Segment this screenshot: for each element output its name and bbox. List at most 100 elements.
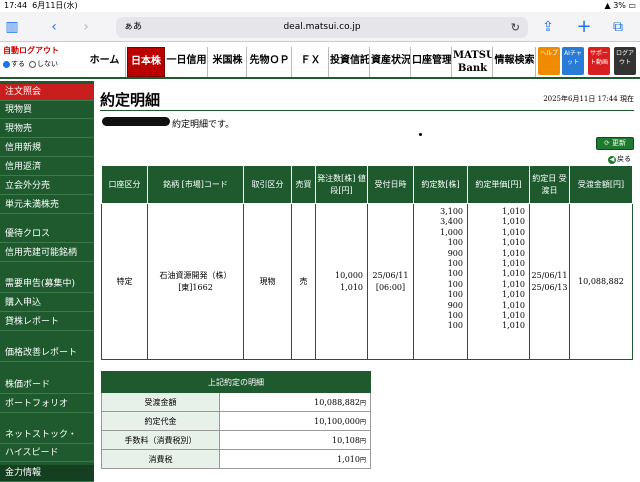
th-stock-label: 銘柄 [市場]コード [163, 179, 228, 189]
fill-qty: 1,000 [440, 227, 463, 237]
sidebar-item-kinryoku[interactable]: 金力情報 [0, 465, 94, 482]
cell-order: 10,000 1,010 [315, 203, 368, 360]
fill-price: 1,010 [502, 300, 525, 310]
fill-qty: 100 [447, 259, 463, 269]
th-stock: 銘柄 [市場]コード [147, 165, 244, 204]
tab-japan-stock[interactable]: 日本株 [127, 47, 165, 77]
update-button[interactable]: ⟳ 更新 [596, 137, 634, 150]
forward-arrow-icon[interactable]: › [76, 17, 96, 37]
sidebar-item-highspeed[interactable]: ハイスピード [0, 445, 94, 462]
cell-side: 売 [291, 203, 316, 360]
sidebar-item-margin-repay[interactable]: 信用返済 [0, 159, 94, 176]
cell-fill-qty: 3,100 3,400 1,000 100 900 100 100 100 10… [413, 203, 468, 360]
support-video-icon[interactable]: サポート動画 [588, 47, 610, 75]
logout-on-radio[interactable]: する [3, 59, 25, 69]
fill-price: 1,010 [502, 238, 525, 248]
ai-chat-icon[interactable]: AIチャット [562, 47, 584, 75]
th-account: 口座区分 [101, 165, 148, 204]
sidebar-item-cash-buy[interactable]: 現物買 [0, 102, 94, 119]
main-nav: 自動ログアウト する しない ホーム 日本株 一日信用 米国株 先物ＯＰ ＦＸ … [0, 43, 640, 79]
summary-value: 10,088,882円 [219, 392, 371, 412]
back-link-label: 戻る [617, 155, 631, 163]
sidebar-item-short-list[interactable]: 信用売建可能銘柄 [0, 245, 94, 262]
update-button-label: 更新 [612, 139, 627, 147]
browser-toolbar: ▥ ‹ › ぁあ deal.matsui.co.jp ↻ ⇪ + ⧉ [0, 12, 640, 42]
sidebar-item-order-inquiry[interactable]: 注文照会 [0, 84, 94, 101]
th-fill-price: 約定単価[円] [467, 165, 530, 204]
sidebar-toggle-icon[interactable]: ▥ [2, 17, 22, 37]
sidebar-item-cash-sell[interactable]: 現物売 [0, 121, 94, 138]
page-date: 2025年6月11日 17:44 現在 [543, 95, 634, 103]
summary-amount: 10,108 [331, 435, 360, 445]
status-battery: ▲ 3% ▭ [604, 1, 636, 10]
new-tab-icon[interactable]: + [574, 17, 594, 37]
back-arrow-circle-icon: ◀ [608, 156, 616, 164]
sidebar-item-portfolio[interactable]: ポートフォリオ [0, 396, 94, 413]
logout-off-radio[interactable]: しない [29, 59, 58, 69]
tab-info-search[interactable]: 情報検索 [494, 47, 536, 77]
sidebar-item-margin-new[interactable]: 信用新規 [0, 140, 94, 157]
reload-icon[interactable]: ↻ [511, 17, 520, 38]
settle-date: 25/06/13 [531, 282, 568, 292]
summary-label: 手数料（消費税別） [101, 430, 220, 450]
tab-account[interactable]: 口座管理 [412, 47, 452, 77]
sidebar-item-netstock[interactable]: ネットストック・ [0, 427, 94, 444]
tab-futures-options[interactable]: 先物ＯＰ [248, 47, 292, 77]
status-time: 17:44 [4, 1, 28, 10]
cell-received: 25/06/11 [06:00] [367, 203, 414, 360]
sidebar: 注文照会 現物買 現物売 信用新規 信用返済 立会外分売 単元未満株売 優待クロ… [0, 81, 94, 482]
radio-selected-icon [3, 60, 10, 68]
table-row: 特定 石油資源開発（株） [東]1662 現物 売 10,000 1,010 25/… [101, 203, 633, 360]
fill-price: 1,010 [502, 248, 525, 258]
logout-on-label: する [11, 60, 25, 68]
execution-table: 口座区分 銘柄 [市場]コード 取引区分 売買 発注数[株] 値段[円] 受付日… [101, 165, 633, 360]
table-header-row: 口座区分 銘柄 [市場]コード 取引区分 売買 発注数[株] 値段[円] 受付日… [101, 165, 633, 204]
sidebar-item-odd-lot[interactable]: 単元未満株売 [0, 197, 94, 214]
sidebar-item-stock-board[interactable]: 株価ボード [0, 377, 94, 394]
th-settle-amount: 受渡金額[円] [569, 165, 633, 204]
summary-unit: 円 [359, 437, 366, 445]
summary-unit: 円 [359, 418, 366, 426]
help-icon[interactable]: ヘルプ [538, 47, 560, 75]
tab-home[interactable]: ホーム [84, 47, 126, 77]
fill-price: 1,010 [502, 259, 525, 269]
cell-settle-amount: 10,088,882 [569, 203, 633, 360]
back-link[interactable]: ◀ 戻る [608, 154, 631, 164]
sidebar-item-offfloor[interactable]: 立会外分売 [0, 178, 94, 195]
summary-amount: 10,088,882 [314, 397, 360, 407]
tabs-icon[interactable]: ⧉ [608, 17, 628, 37]
main-content: 約定明細 2025年6月11日 17:44 現在 約定明細です。 ⟳ 更新 ◀ 戻… [100, 81, 640, 480]
fill-qty: 100 [447, 311, 463, 321]
url-text: deal.matsui.co.jp [283, 22, 361, 32]
summary-label: 受渡金額 [101, 392, 220, 412]
logout-off-label: しない [37, 60, 58, 68]
summary-row: 受渡金額 10,088,882円 [101, 392, 371, 412]
tab-investment-trust[interactable]: 投資信託 [330, 47, 370, 77]
cursor-dot [419, 133, 422, 136]
back-arrow-icon[interactable]: ‹ [44, 17, 64, 37]
tab-matsui-bank[interactable]: MATSUI Bank [453, 47, 493, 77]
logout-icon[interactable]: ログアウト [614, 47, 636, 75]
fill-qty: 100 [447, 321, 463, 331]
th-side: 売買 [291, 165, 316, 204]
sidebar-item-lending-report[interactable]: 貸株レポート [0, 314, 94, 331]
share-icon[interactable]: ⇪ [538, 17, 558, 37]
sidebar-item-price-report[interactable]: 価格改善レポート [0, 345, 94, 362]
tab-asset-status[interactable]: 資産状況 [371, 47, 411, 77]
tab-us-stock[interactable]: 米国株 [209, 47, 247, 77]
tab-day-margin[interactable]: 一日信用 [166, 47, 208, 77]
summary-value: 10,108円 [219, 430, 371, 450]
received-date: 25/06/11 [372, 270, 409, 280]
sidebar-item-benefit-cross[interactable]: 優待クロス [0, 226, 94, 243]
fill-qty: 100 [447, 269, 463, 279]
summary-value: 10,100,000円 [219, 411, 371, 431]
summary-table: 上記約定の明細 受渡金額 10,088,882円 約定代金 10,100,000円 … [101, 371, 371, 469]
address-bar[interactable]: ぁあ deal.matsui.co.jp ↻ [116, 17, 528, 38]
page-message: 約定明細です。 [172, 120, 235, 130]
fill-qty: 100 [447, 290, 463, 300]
tab-fx[interactable]: ＦＸ [293, 47, 329, 77]
auto-logout: 自動ログアウト する しない [3, 45, 83, 77]
summary-row: 消費税 1,010円 [101, 449, 371, 469]
sidebar-item-demand[interactable]: 需要申告(募集中) [0, 276, 94, 293]
sidebar-item-purchase[interactable]: 購入申込 [0, 295, 94, 312]
